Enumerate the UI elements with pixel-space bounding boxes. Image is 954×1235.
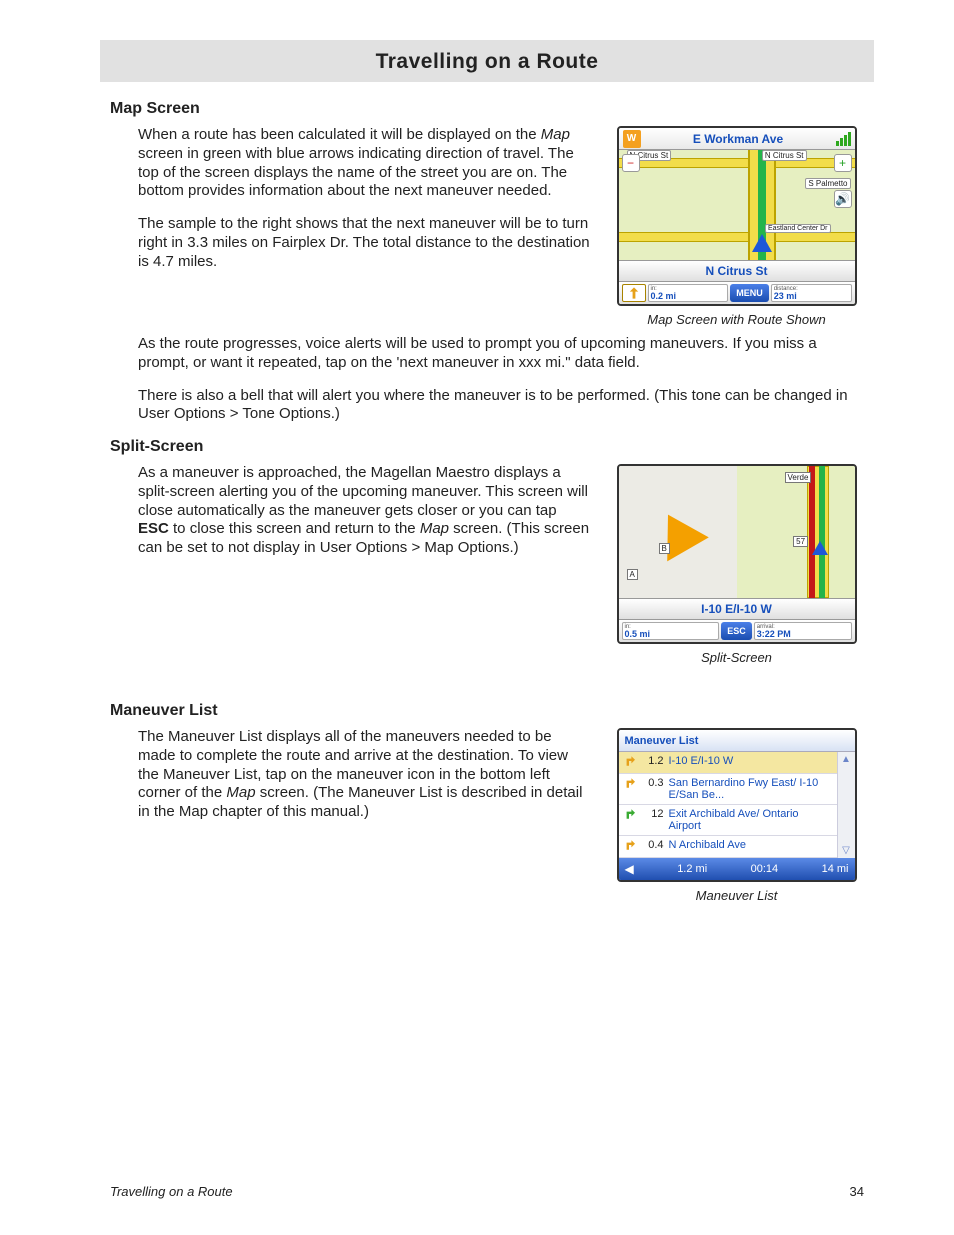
maneuver-name: I-10 E/I-10 W [669,755,833,767]
esc-button: ESC [721,622,752,640]
footer-time: 00:14 [751,863,779,875]
maneuver-row: 1.2 I-10 E/I-10 W [619,752,837,774]
footer-remain: 14 mi [822,863,849,875]
scrollbar: ▲ ▽ [837,752,855,858]
p-mlist-1: The Maneuver List displays all of the ma… [138,728,591,822]
current-street-bar: N Citrus St [619,260,855,282]
street-label: N Citrus St [762,150,807,161]
caption-fig2: Split-Screen [701,650,772,665]
footer-title: Travelling on a Route [110,1184,233,1199]
maneuver-list-footer: ◀ 1.2 mi 00:14 14 mi [619,858,855,880]
p-map-2: The sample to the right shows that the n… [138,215,591,271]
turn-icon [622,284,646,302]
point-a-label: A [627,569,638,580]
maneuver-dist: 0.3 [642,777,664,789]
maneuver-name: Exit Archibald Ave/ Ontario Airport [669,808,833,832]
volume-icon: 🔊 [834,190,852,208]
vehicle-cursor-icon [812,541,828,555]
figure-split-screen: Verde 57 A B I-10 E/I-10 W in: 0.5 mi ES… [617,464,857,644]
in-distance-box: in: 0.2 mi [648,284,729,302]
heading-split-screen: Split-Screen [110,438,864,456]
zoom-in-icon: + [834,154,852,172]
footer-dist: 1.2 mi [677,863,707,875]
p-map-1: When a route has been calculated it will… [138,126,591,201]
top-street-label: E Workman Ave [645,132,832,146]
maneuver-list-title: Maneuver List [619,730,855,752]
compass-icon: W [623,130,641,148]
heading-maneuver-list: Maneuver List [110,702,864,720]
back-icon: ◀ [625,862,634,876]
maneuver-icon [623,839,637,854]
menu-button: MENU [730,284,769,302]
figure-map-screen: W E Workman Ave N Citrus St N Citrus St … [617,126,857,306]
p-map-3: As the route progresses, voice alerts wi… [138,335,864,373]
scroll-up-icon: ▲ [841,754,851,765]
maneuver-dist: 12 [642,808,664,820]
maneuver-row: 0.3 San Bernardino Fwy East/ I-10 E/San B… [619,774,837,805]
page-footer: Travelling on a Route 34 [110,1184,864,1199]
maneuver-icon [623,755,637,770]
page-title-bar: Travelling on a Route [100,40,874,82]
street-label: S Palmetto [805,178,850,189]
vehicle-cursor-icon [752,234,772,252]
caption-fig1: Map Screen with Route Shown [647,312,825,327]
maneuver-dist: 1.2 [642,755,664,767]
p-split-1: As a maneuver is approached, the Magella… [138,464,591,558]
maneuver-dist: 0.4 [642,839,664,851]
maneuver-name: N Archibald Ave [669,839,833,851]
distance-box: distance: 23 mi [771,284,852,302]
street-label: Verde [785,472,812,483]
maneuver-icon [623,808,637,823]
street-label: Eastland Center Dr [765,224,831,233]
maneuver-row: 12 Exit Archibald Ave/ Ontario Airport [619,805,837,836]
scroll-down-icon: ▽ [842,845,850,856]
figure-maneuver-list: Maneuver List 1.2 I-10 E/I-10 W 0.3 San Ber… [617,728,857,882]
maneuver-row: 0.4 N Archibald Ave [619,836,837,858]
page-title: Travelling on a Route [100,50,874,74]
heading-map-screen: Map Screen [110,100,864,118]
zoom-out-icon: − [622,154,640,172]
maneuver-name: San Bernardino Fwy East/ I-10 E/San Be..… [669,777,833,801]
highway-shield: 57 [793,536,808,547]
in-distance-box: in: 0.5 mi [622,622,720,640]
signal-icon [836,132,851,146]
point-b-label: B [659,543,670,554]
maneuver-icon [623,777,637,792]
arrival-box: arrival: 3:22 PM [754,622,852,640]
big-maneuver-arrow-icon [647,503,709,562]
footer-page-number: 34 [850,1184,864,1199]
split-street-bar: I-10 E/I-10 W [619,598,855,620]
p-map-4: There is also a bell that will alert you… [138,387,864,425]
caption-fig3: Maneuver List [696,888,778,903]
